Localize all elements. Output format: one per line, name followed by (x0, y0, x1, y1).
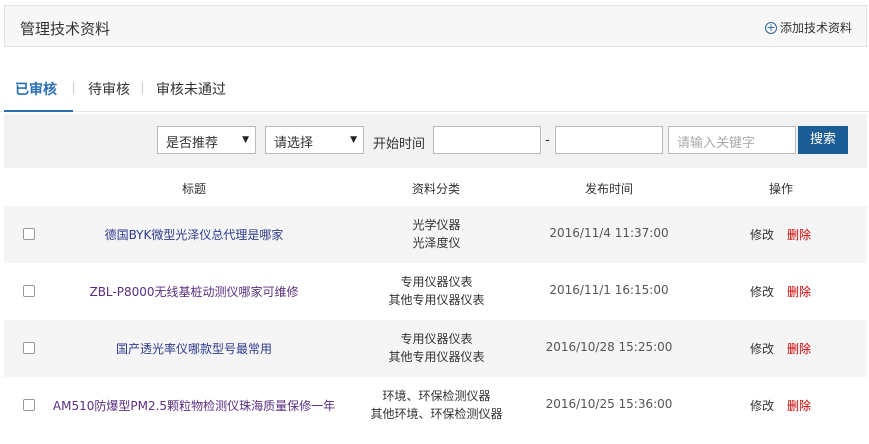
category-cell: 专用仪器仪表 其他专用仪器仪表 (344, 330, 529, 366)
active-tab-indicator (4, 110, 73, 112)
category-select[interactable]: 请选择 ▼ (265, 126, 364, 154)
page-title: 管理技术资料 (20, 20, 111, 38)
date-range-separator: - (545, 133, 550, 148)
category-primary: 专用仪器仪表 (400, 332, 473, 346)
start-date-input[interactable] (433, 126, 541, 154)
category-primary: 光学仪器 (412, 218, 461, 232)
caret-down-icon: ▼ (350, 135, 357, 145)
add-document-label: 添加技术资料 (779, 21, 852, 35)
column-header-title: 标题 (182, 182, 207, 196)
row-checkbox[interactable] (23, 342, 35, 354)
category-cell: 专用仪器仪表 其他专用仪器仪表 (344, 273, 529, 309)
category-cell: 光学仪器 光泽度仪 (344, 216, 529, 252)
tab-divider (73, 82, 74, 94)
keyword-input[interactable]: 请输入关键字 (668, 126, 796, 154)
delete-link[interactable]: 删除 (787, 340, 811, 357)
delete-link[interactable]: 删除 (787, 283, 811, 300)
caret-down-icon: ▼ (242, 135, 249, 145)
end-date-input[interactable] (555, 126, 663, 154)
edit-link[interactable]: 修改 (750, 397, 774, 414)
tab-approved[interactable]: 已审核 (15, 79, 57, 99)
category-primary: 环境、环保检测仪器 (382, 389, 491, 403)
edit-link[interactable]: 修改 (750, 340, 774, 357)
edit-link[interactable]: 修改 (750, 226, 774, 243)
tab-pending[interactable]: 待审核 (88, 79, 130, 99)
tab-rejected[interactable]: 审核未通过 (156, 79, 226, 99)
category-secondary: 其他环境、环保检测仪器 (370, 407, 503, 421)
category-secondary: 其他专用仪器仪表 (388, 293, 485, 307)
tab-divider (142, 82, 143, 94)
delete-link[interactable]: 删除 (787, 397, 811, 414)
publish-date: 2016/10/28 15:25:00 (545, 340, 673, 354)
document-title-link[interactable]: 德国BYK微型光泽仪总代理是哪家 (44, 226, 344, 243)
start-time-label: 开始时间 (373, 137, 426, 152)
category-secondary: 其他专用仪器仪表 (388, 350, 485, 364)
column-header-actions: 操作 (769, 182, 794, 196)
filter-bar: 是否推荐 ▼ 请选择 ▼ 开始时间 - 请输入关键字 搜索 (4, 114, 867, 168)
document-title-link[interactable]: 国产透光率仪哪款型号最常用 (44, 340, 344, 357)
table-row: AM510防爆型PM2.5颗粒物检测仪珠海质量保修一年 环境、环保检测仪器 其他… (4, 377, 867, 434)
category-primary: 专用仪器仪表 (400, 275, 473, 289)
add-document-button[interactable]: + 添加技术资料 (764, 19, 852, 36)
category-select-value: 请选择 (274, 136, 314, 151)
table-row: ZBL-P8000无线基桩动测仪哪家可维修 专用仪器仪表 其他专用仪器仪表 20… (4, 263, 867, 320)
table-row: 国产透光率仪哪款型号最常用 专用仪器仪表 其他专用仪器仪表 2016/10/28… (4, 320, 867, 377)
row-checkbox[interactable] (23, 228, 35, 240)
edit-link[interactable]: 修改 (750, 283, 774, 300)
delete-link[interactable]: 删除 (787, 226, 811, 243)
row-checkbox[interactable] (23, 285, 35, 297)
document-title-link[interactable]: AM510防爆型PM2.5颗粒物检测仪珠海质量保修一年 (44, 397, 344, 414)
publish-date: 2016/11/1 16:15:00 (549, 283, 669, 297)
publish-date: 2016/11/4 11:37:00 (549, 226, 669, 240)
page-header: 管理技术资料 + 添加技术资料 (4, 5, 867, 47)
status-tabs: 已审核 待审核 审核未通过 (0, 70, 869, 112)
table-row: 德国BYK微型光泽仪总代理是哪家 光学仪器 光泽度仪 2016/11/4 11:… (4, 206, 867, 263)
recommend-select-value: 是否推荐 (166, 136, 219, 151)
recommend-select[interactable]: 是否推荐 ▼ (157, 126, 256, 154)
column-header-date: 发布时间 (585, 182, 634, 196)
search-button[interactable]: 搜索 (798, 126, 848, 154)
category-secondary: 光泽度仪 (412, 236, 461, 250)
publish-date: 2016/10/25 15:36:00 (545, 397, 673, 411)
document-title-link[interactable]: ZBL-P8000无线基桩动测仪哪家可维修 (44, 283, 344, 300)
plus-circle-icon: + (764, 20, 777, 34)
category-cell: 环境、环保检测仪器 其他环境、环保检测仪器 (344, 387, 529, 423)
column-header-category: 资料分类 (412, 182, 461, 196)
row-checkbox[interactable] (23, 399, 35, 411)
table-header: 标题 资料分类 发布时间 操作 (4, 168, 867, 206)
